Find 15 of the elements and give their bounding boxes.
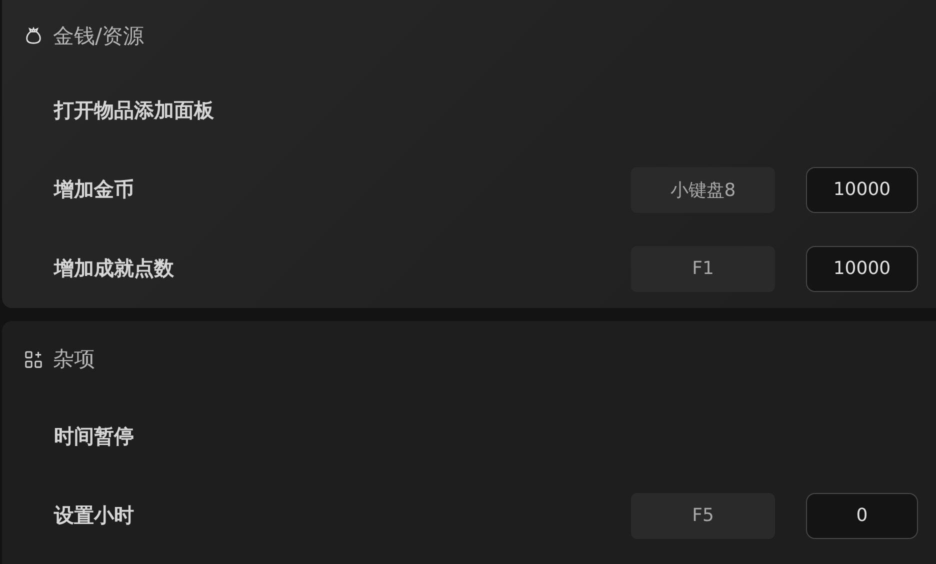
value-field[interactable]: 10000 (806, 166, 918, 212)
option-label: 增加成就点数 (54, 255, 174, 282)
hotkey-button[interactable]: F5 (631, 492, 775, 538)
section-title: 金钱/资源 (53, 22, 144, 50)
value-field[interactable]: 0 (806, 492, 918, 538)
option-label: 打开物品添加面板 (54, 97, 214, 124)
option-label: 增加金币 (54, 176, 134, 203)
hotkey-button[interactable]: 小键盘8 (631, 166, 775, 212)
option-label: 设置小时 (54, 502, 134, 529)
value-field[interactable]: 10000 (806, 246, 918, 292)
option-label: 时间暂停 (54, 423, 134, 450)
grid-plus-icon (24, 350, 43, 368)
money-bag-icon (24, 26, 43, 45)
section-title: 杂项 (53, 346, 95, 373)
hotkey-button[interactable]: F1 (631, 246, 775, 292)
